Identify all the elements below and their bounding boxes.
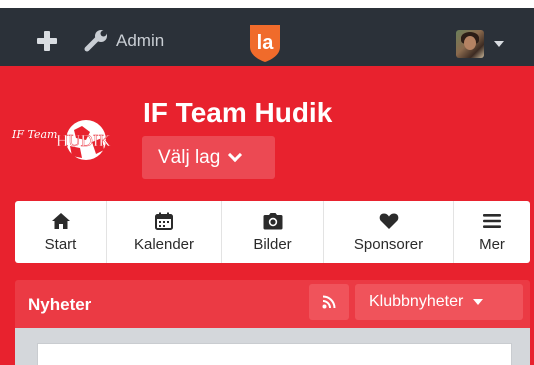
app-bar: Admin la <box>0 8 534 66</box>
menu-item-label: Bilder <box>253 235 292 253</box>
heart-icon <box>379 213 398 229</box>
avatar[interactable] <box>456 30 484 58</box>
plus-icon[interactable] <box>37 31 57 51</box>
menu-item-mer[interactable]: Mer <box>454 201 530 263</box>
chevron-down-icon <box>228 147 243 163</box>
svg-text:la: la <box>257 32 275 54</box>
user-menu[interactable] <box>456 30 504 58</box>
news-filter-dropdown[interactable]: Klubbnyheter <box>355 284 523 320</box>
club-nav-menu: Start Kalender Bilder Sponsorer Mer <box>15 201 530 263</box>
menu-item-label: Sponsorer <box>353 235 424 253</box>
news-filter-label: Klubbnyheter <box>369 293 464 310</box>
club-logo: IF Team HUDIK <box>10 112 132 176</box>
home-icon <box>51 212 70 229</box>
calendar-icon <box>155 212 173 230</box>
rss-icon <box>322 295 336 309</box>
laget-logo[interactable]: la <box>247 23 283 63</box>
news-title: Nyheter <box>28 295 92 314</box>
menu-item-label: Mer <box>479 235 505 253</box>
rss-button[interactable] <box>309 284 349 320</box>
wrench-icon <box>84 30 107 52</box>
club-name: IF Team Hudik <box>143 97 333 128</box>
menu-item-start[interactable]: Start <box>15 201 107 263</box>
menu-item-sponsorer[interactable]: Sponsorer <box>324 201 454 263</box>
club-logo-text-2: HUDIK <box>56 131 111 150</box>
news-card[interactable] <box>37 343 512 365</box>
top-cutoff-strip <box>0 0 534 8</box>
team-select-label: Välj lag <box>158 146 221 168</box>
caret-down-icon <box>473 299 484 305</box>
news-section: Nyheter Klubbnyheter <box>15 280 530 365</box>
team-select-button[interactable]: Välj lag <box>142 136 275 179</box>
admin-button[interactable]: Admin <box>84 28 164 54</box>
camera-icon <box>263 212 282 229</box>
hamburger-icon <box>483 213 501 228</box>
menu-item-label: Start <box>44 235 77 253</box>
menu-item-label: Kalender <box>133 235 195 253</box>
menu-item-bilder[interactable]: Bilder <box>222 201 324 263</box>
caret-down-icon <box>494 41 504 47</box>
menu-item-kalender[interactable]: Kalender <box>107 201 222 263</box>
club-logo-text-1: IF Team <box>11 128 57 141</box>
admin-label: Admin <box>116 31 165 50</box>
